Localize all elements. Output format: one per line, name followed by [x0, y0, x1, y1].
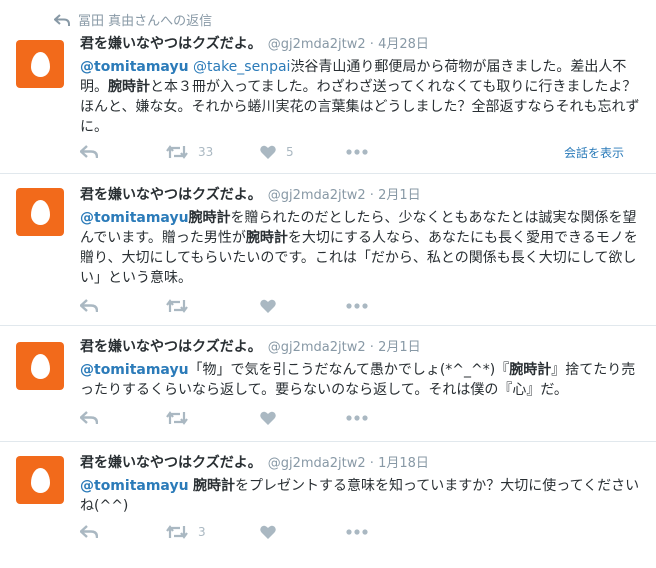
tweet-date[interactable]: 4月28日: [378, 37, 429, 52]
tweet[interactable]: 君を嫌いなやつはクズだよ。 @gj2mda2jtw2 · 4月28日 @tomit…: [0, 30, 656, 174]
mention-link[interactable]: @tomitamayu: [80, 210, 189, 226]
tweet-actions: [80, 296, 644, 316]
separator: ·: [369, 37, 374, 52]
display-name[interactable]: 君を嫌いなやつはクズだよ。: [80, 36, 262, 52]
more-icon: [346, 529, 368, 535]
more-button[interactable]: [346, 415, 368, 421]
heart-icon: [260, 299, 276, 313]
separator: ·: [369, 456, 374, 471]
heart-icon: [260, 525, 276, 539]
user-handle[interactable]: @gj2mda2jtw2: [268, 188, 366, 203]
tweet-text: @tomitamayu @take_senpai渋谷青山通り郵便局から荷物が届き…: [80, 57, 644, 137]
timeline: 冨田 真由さんへの返信 君を嫌いなやつはクズだよ。 @gj2mda2jtw2 · …: [0, 0, 656, 568]
more-button[interactable]: [346, 529, 368, 535]
tweet-text: @tomitamayu「物」で気を引こうだなんて愚かでしょ(*^_^*)『腕時計…: [80, 360, 644, 400]
reply-icon: [80, 299, 98, 312]
more-button[interactable]: [346, 149, 368, 155]
reply-icon: [80, 525, 98, 538]
retweet-button[interactable]: 33: [166, 145, 213, 159]
like-button[interactable]: [260, 411, 276, 425]
user-handle[interactable]: @gj2mda2jtw2: [268, 456, 366, 471]
egg-avatar-icon: [30, 467, 50, 493]
tweet-actions: 33 5 会話を表示: [80, 142, 644, 162]
text-segment: と本３冊が入ってました。わざわざ送ってくれなくても取りに行きましたよ？ほんと、嫌…: [80, 79, 640, 135]
display-name[interactable]: 君を嫌いなやつはクズだよ。: [80, 455, 262, 471]
user-handle[interactable]: @gj2mda2jtw2: [268, 37, 366, 52]
reply-icon: [80, 411, 98, 424]
retweet-button[interactable]: [166, 411, 188, 425]
egg-avatar-icon: [30, 353, 50, 379]
reply-button[interactable]: [80, 299, 98, 313]
more-icon: [346, 303, 368, 309]
retweet-icon: [166, 145, 188, 159]
reply-arrow-icon: [54, 13, 70, 26]
tweet-header: 君を嫌いなやつはクズだよ。 @gj2mda2jtw2 · 2月1日: [80, 186, 644, 205]
retweet-count: 33: [198, 145, 214, 159]
retweet-icon: [166, 525, 188, 539]
avatar[interactable]: [16, 342, 64, 390]
display-name[interactable]: 君を嫌いなやつはクズだよ。: [80, 187, 262, 203]
heart-icon: [260, 411, 276, 425]
keyword-highlight: 腕時計: [193, 478, 235, 494]
egg-avatar-icon: [30, 199, 50, 225]
like-button[interactable]: 5: [260, 145, 294, 159]
user-handle[interactable]: @gj2mda2jtw2: [268, 340, 366, 355]
keyword-highlight: 腕時計: [108, 79, 150, 95]
tweet-date[interactable]: 1月18日: [378, 456, 429, 471]
tweet-header: 君を嫌いなやつはクズだよ。 @gj2mda2jtw2 · 1月18日: [80, 454, 644, 473]
reply-context-text: 冨田 真由さんへの返信: [78, 14, 213, 29]
tweet-actions: [80, 408, 644, 428]
reply-icon: [80, 145, 98, 158]
show-conversation-link[interactable]: 会話を表示: [564, 144, 624, 161]
mention-link[interactable]: @tomitamayu: [80, 362, 189, 378]
avatar[interactable]: [16, 40, 64, 88]
tweet-text: @tomitamayu 腕時計をプレゼントする意味を知っていますか？大切に使って…: [80, 476, 644, 516]
reply-context: 冨田 真由さんへの返信: [54, 10, 212, 29]
mention-link[interactable]: @take_senpai: [193, 59, 290, 75]
tweet-header: 君を嫌いなやつはクズだよ。 @gj2mda2jtw2 · 4月28日: [80, 35, 644, 54]
avatar[interactable]: [16, 188, 64, 236]
like-count: 5: [286, 145, 294, 159]
keyword-highlight: 腕時計: [188, 210, 231, 226]
heart-icon: [260, 145, 276, 159]
reply-button[interactable]: [80, 145, 98, 159]
mention-link[interactable]: @tomitamayu: [80, 478, 189, 494]
more-button[interactable]: [346, 303, 368, 309]
like-button[interactable]: [260, 299, 276, 313]
keyword-highlight: 腕時計: [509, 362, 552, 378]
mention-link[interactable]: @tomitamayu: [80, 59, 189, 75]
separator: ·: [369, 340, 374, 355]
avatar[interactable]: [16, 456, 64, 504]
display-name[interactable]: 君を嫌いなやつはクズだよ。: [80, 339, 262, 355]
keyword-highlight: 腕時計: [245, 230, 288, 246]
egg-avatar-icon: [30, 51, 50, 77]
more-icon: [346, 415, 368, 421]
retweet-icon: [166, 299, 188, 313]
reply-button[interactable]: [80, 525, 98, 539]
tweet-date[interactable]: 2月1日: [378, 188, 421, 203]
retweet-button[interactable]: [166, 299, 188, 313]
tweet-header: 君を嫌いなやつはクズだよ。 @gj2mda2jtw2 · 2月1日: [80, 338, 644, 357]
tweet-actions: 3: [80, 522, 644, 542]
like-button[interactable]: [260, 525, 276, 539]
tweet-text: @tomitamayu腕時計を贈られたのだとしたら、少なくともあなたとは誠実な関…: [80, 208, 644, 288]
tweet[interactable]: 君を嫌いなやつはクズだよ。 @gj2mda2jtw2 · 1月18日 @tomit…: [0, 442, 656, 568]
more-icon: [346, 149, 368, 155]
retweet-icon: [166, 411, 188, 425]
tweet[interactable]: 君を嫌いなやつはクズだよ。 @gj2mda2jtw2 · 2月1日 @tomita…: [0, 174, 656, 326]
retweet-button[interactable]: 3: [166, 525, 206, 539]
retweet-count: 3: [198, 525, 206, 539]
separator: ·: [369, 188, 374, 203]
tweet[interactable]: 君を嫌いなやつはクズだよ。 @gj2mda2jtw2 · 2月1日 @tomita…: [0, 326, 656, 442]
tweet-date[interactable]: 2月1日: [378, 340, 421, 355]
text-segment: 「物」で気を引こうだなんて愚かでしょ(*^_^*)『: [188, 362, 510, 378]
reply-button[interactable]: [80, 411, 98, 425]
